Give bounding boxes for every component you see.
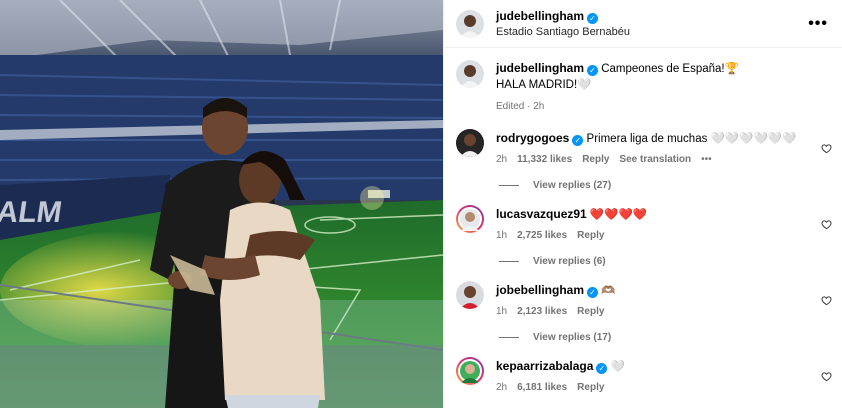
- comment-time: 2h: [496, 382, 508, 393]
- view-replies-button[interactable]: View replies (6): [499, 256, 842, 267]
- comment-item: rodrygogoes ✓ Primera liga de muchas 🤍🤍🤍🤍…: [444, 129, 842, 168]
- comment-username[interactable]: kepaarrizabalaga: [496, 359, 593, 373]
- avatar[interactable]: [456, 129, 484, 157]
- comment-username[interactable]: jobebellingham: [496, 283, 584, 297]
- comment-options-icon[interactable]: •••: [701, 152, 712, 168]
- post-location[interactable]: Estadio Santiago Bernabéu: [496, 24, 808, 40]
- svg-text:FALM: FALM: [0, 196, 64, 229]
- comment-item: lucasvazquez91 ❤️❤️❤️❤️ 1h 2,725 likes R…: [444, 205, 842, 244]
- like-heart-icon[interactable]: [821, 295, 832, 306]
- avatar[interactable]: [456, 205, 484, 233]
- post-caption: judebellingham ✓ Campeones de España!🏆 HA…: [444, 48, 842, 115]
- avatar[interactable]: [456, 357, 484, 385]
- comment-text: Primera liga de muchas 🤍🤍🤍🤍🤍🤍: [586, 133, 797, 145]
- like-heart-icon[interactable]: [821, 371, 832, 382]
- verified-badge-icon: ✓: [572, 135, 584, 146]
- avatar-image: [457, 130, 483, 157]
- comment-likes[interactable]: 2,123 likes: [517, 304, 567, 320]
- avatar[interactable]: [456, 9, 484, 38]
- comment-time: 1h: [496, 230, 508, 241]
- verified-badge-icon: ✓: [587, 287, 599, 298]
- avatar[interactable]: [456, 281, 484, 309]
- verified-badge-icon: ✓: [587, 12, 599, 24]
- stadium-photo-image: FALM: [0, 0, 443, 408]
- see-translation-button[interactable]: See translation: [619, 152, 691, 168]
- comment-username[interactable]: rodrygogoes: [496, 131, 569, 145]
- verified-badge-icon: ✓: [596, 363, 608, 374]
- comment-time: 2h: [496, 154, 508, 165]
- replies-divider: [499, 261, 519, 262]
- comment-likes[interactable]: 2,725 likes: [517, 228, 567, 244]
- comment-likes[interactable]: 6,181 likes: [517, 380, 567, 396]
- caption-author-username[interactable]: judebellingham: [496, 61, 584, 75]
- like-heart-icon[interactable]: [821, 219, 832, 230]
- view-replies-label: View replies (27): [533, 180, 612, 191]
- comment-username[interactable]: lucasvazquez91: [496, 207, 587, 221]
- view-replies-button[interactable]: View replies (27): [499, 180, 842, 191]
- reply-button[interactable]: Reply: [577, 380, 604, 396]
- verified-badge-icon: ✓: [587, 65, 599, 76]
- avatar-image: [458, 359, 482, 383]
- post-photo[interactable]: FALM: [0, 0, 443, 408]
- comment-likes[interactable]: 11,332 likes: [517, 152, 572, 168]
- avatar-image: [458, 207, 482, 231]
- reply-button[interactable]: Reply: [577, 304, 604, 320]
- more-options-icon[interactable]: •••: [808, 15, 828, 33]
- trophy-icon: 🏆: [724, 63, 739, 75]
- comment-item: kepaarrizabalaga ✓ 🤍 2h 6,181 likes Reply: [444, 357, 842, 396]
- reply-button[interactable]: Reply: [582, 152, 609, 168]
- view-replies-button[interactable]: View replies (17): [499, 332, 842, 343]
- comment-item: jobebellingham ✓ 🫶🏽 1h 2,123 likes Reply: [444, 281, 842, 320]
- comment-text: ❤️❤️❤️❤️: [589, 209, 648, 221]
- reply-button[interactable]: Reply: [577, 228, 604, 244]
- view-replies-label: View replies (17): [533, 332, 612, 343]
- comment-time: 1h: [496, 306, 508, 317]
- comment-text: 🤍: [610, 361, 625, 373]
- avatar-image: [456, 60, 484, 88]
- replies-divider: [499, 337, 519, 338]
- post-author-username[interactable]: judebellingham: [496, 9, 584, 23]
- avatar-image: [456, 9, 484, 38]
- avatar-image: [456, 281, 484, 309]
- post-header: judebellingham ✓ Estadio Santiago Bernabé…: [444, 0, 842, 48]
- post-details-panel: judebellingham ✓ Estadio Santiago Bernabé…: [443, 0, 842, 408]
- comment-text: 🫶🏽: [601, 285, 616, 297]
- view-replies-label: View replies (6): [533, 256, 606, 267]
- avatar[interactable]: [456, 60, 484, 88]
- like-heart-icon[interactable]: [821, 143, 832, 154]
- caption-meta: Edited · 2h: [496, 101, 545, 112]
- replies-divider: [499, 185, 519, 186]
- caption-line-2: HALA MADRID!🤍: [496, 79, 592, 91]
- caption-text: Campeones de España!: [601, 63, 725, 75]
